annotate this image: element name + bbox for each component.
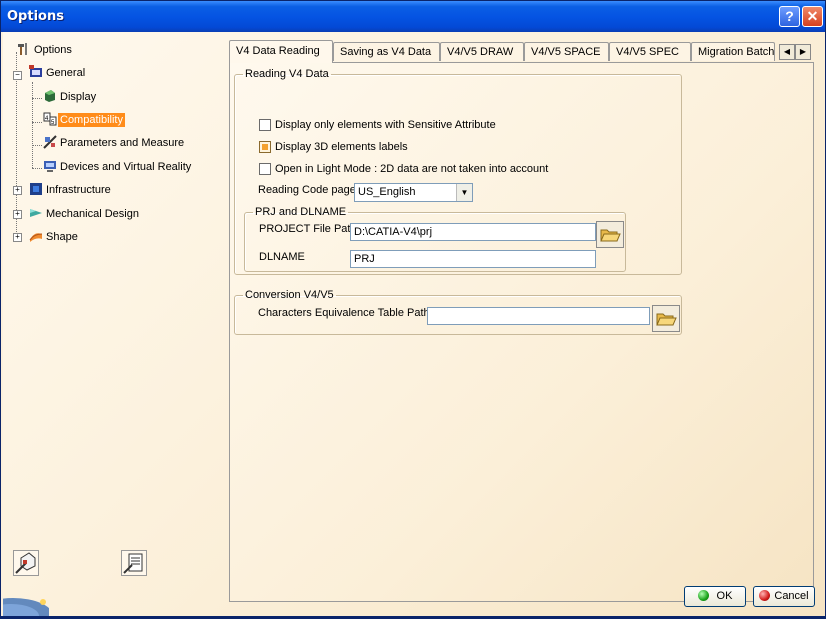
equivalence-table-label: Characters Equivalence Table Path (258, 307, 430, 319)
tree-item-options[interactable]: Options (17, 41, 74, 59)
cancel-icon (759, 590, 771, 601)
display-3d-labels-label: Display 3D elements labels (275, 141, 408, 153)
tree-item-shape[interactable]: Shape (29, 228, 80, 246)
tab-v4v5-spec[interactable]: V4/V5 SPEC (609, 42, 691, 61)
tree-item-display[interactable]: Display (43, 88, 98, 106)
conversion-legend: Conversion V4/V5 (245, 289, 334, 301)
tab-scroll-left[interactable]: ◀ (779, 44, 795, 60)
prj-dlname-legend: PRJ and DLNAME (255, 206, 347, 218)
options-window: Options ? ✕ − + + + Options General Disp… (0, 0, 826, 619)
devices-icon (44, 161, 56, 172)
light-mode-checkbox[interactable] (259, 163, 271, 175)
display-icon (45, 90, 55, 102)
project-file-path-label: PROJECT File Path (259, 223, 357, 235)
browse-project-button[interactable] (596, 221, 624, 248)
tree-item-mechanical-design[interactable]: Mechanical Design (29, 205, 141, 223)
mechanical-design-icon (30, 209, 42, 217)
dlname-input[interactable]: PRJ (350, 250, 596, 268)
compatibility-icon: 45 (43, 112, 57, 126)
chevron-down-icon: ▼ (456, 184, 472, 201)
expand-shape-toggle[interactable]: + (13, 233, 22, 242)
infrastructure-icon (30, 183, 42, 195)
tab-scroll-right[interactable]: ▶ (795, 44, 811, 60)
tree-item-general[interactable]: General (29, 64, 87, 82)
window-title: Options (7, 9, 64, 24)
options-tools-icon (18, 43, 27, 55)
tab-saving-as-v4-data[interactable]: Saving as V4 Data (333, 42, 440, 61)
expand-mechanical-toggle[interactable]: + (13, 210, 22, 219)
folder-open-icon (656, 313, 677, 326)
ok-button[interactable]: OK (684, 586, 746, 607)
collapse-general-toggle[interactable]: − (13, 71, 22, 80)
expand-infrastructure-toggle[interactable]: + (13, 186, 22, 195)
ok-icon (697, 590, 709, 601)
catia-logo-icon (0, 588, 53, 619)
reading-code-page-label: Reading Code page (258, 184, 356, 196)
display-3d-labels-checkbox[interactable] (259, 141, 271, 153)
project-file-path-input[interactable]: D:\CATIA-V4\prj (350, 223, 596, 241)
tab-v4-data-reading[interactable]: V4 Data Reading (229, 40, 333, 63)
help-button[interactable]: ? (779, 6, 800, 27)
tab-migration-batch[interactable]: Migration Batch (691, 42, 775, 61)
folder-open-icon (600, 229, 621, 242)
light-mode-label: Open in Light Mode : 2D data are not tak… (275, 163, 549, 175)
browse-equivalence-button[interactable] (652, 305, 680, 332)
parameters-icon (43, 135, 57, 149)
equivalence-table-input[interactable] (427, 307, 650, 325)
cancel-button[interactable]: Cancel (753, 586, 815, 607)
export-settings-icon[interactable] (121, 550, 147, 576)
options-tree: − + + + Options General Display 4 5 Compat… (7, 36, 225, 576)
reading-v4-data-legend: Reading V4 Data (245, 68, 329, 80)
reading-code-page-select[interactable]: US_English ▼ (354, 183, 473, 202)
sensitive-attribute-label: Display only elements with Sensitive Att… (275, 119, 496, 131)
title-bar[interactable]: Options ? ✕ (1, 1, 825, 32)
tree-item-devices[interactable]: Devices and Virtual Reality (43, 158, 193, 176)
tree-item-parameters[interactable]: Parameters and Measure (43, 134, 186, 152)
tab-v4v5-space[interactable]: V4/V5 SPACE (524, 42, 609, 61)
tab-panel-v4-data-reading: Reading V4 Data Display only elements wi… (229, 62, 814, 602)
dlname-label: DLNAME (259, 251, 305, 263)
shape-icon (29, 233, 43, 242)
reset-icon[interactable] (13, 550, 39, 576)
close-button[interactable]: ✕ (802, 6, 823, 27)
tree-item-compatibility[interactable]: 4 5 Compatibility (43, 111, 125, 129)
tree-item-infrastructure[interactable]: Infrastructure (29, 181, 113, 199)
tab-v4v5-draw[interactable]: V4/V5 DRAW (440, 42, 524, 61)
dialog-client: − + + + Options General Display 4 5 Compat… (0, 32, 825, 619)
sensitive-attribute-checkbox[interactable] (259, 119, 271, 131)
general-icon (29, 65, 42, 77)
